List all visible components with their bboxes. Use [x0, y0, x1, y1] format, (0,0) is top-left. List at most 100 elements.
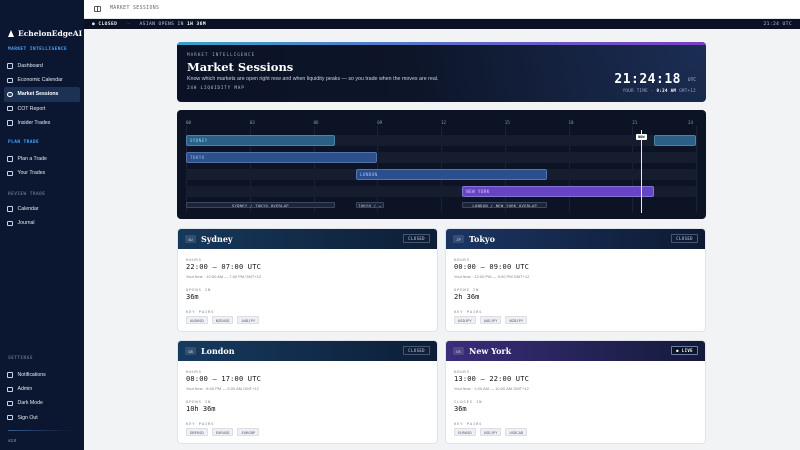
session-bar-label: SYDNEY	[190, 138, 208, 143]
sidebar-toggle-icon[interactable]	[94, 6, 101, 12]
your-time-label: YOUR TIME ·	[622, 88, 654, 93]
sidebar-item-dark-mode[interactable]: Dark Mode	[4, 396, 80, 410]
now-label: NOW	[635, 134, 647, 140]
ticker-status: ● CLOSED	[92, 21, 118, 27]
pair-chip[interactable]: EURUSD	[211, 428, 234, 436]
bell-icon	[7, 372, 13, 378]
session-bar-sydney[interactable]	[653, 135, 696, 146]
hours-label: HOURS	[454, 369, 470, 374]
hero-accent-strip	[177, 42, 706, 45]
sidebar-item-label: Your Trades	[17, 170, 46, 177]
your-time-value: 9:24 AM	[656, 88, 677, 93]
sidebar-section-title: PLAN TRADE	[8, 140, 40, 145]
breadcrumb: MARKET SESSIONS	[110, 6, 160, 11]
country-code: US	[453, 347, 464, 355]
hour-tick: 09	[377, 120, 383, 125]
sidebar-nav-list: Calendar Journal	[4, 202, 80, 230]
pair-chip[interactable]: USDCAD	[505, 428, 528, 436]
document-icon	[7, 105, 13, 112]
session-bar-london[interactable]: LONDON	[356, 169, 548, 180]
book-icon	[7, 220, 13, 227]
brand[interactable]: EchelonEdgeAI	[8, 29, 82, 38]
session-bar-label: LONDON	[360, 172, 378, 177]
sidebar-item-insider-trades[interactable]: Insider Trades	[4, 116, 80, 130]
countdown-label: CLOSES IN	[454, 399, 483, 404]
sidebar-item-dashboard[interactable]: Dashboard	[4, 59, 80, 73]
pair-chip[interactable]: AUDUSD	[186, 316, 208, 324]
session-bar-new-york[interactable]: NEW YORK	[462, 186, 654, 197]
session-local-time: Your time · 10:00 AM — 7:00 PM GMT+12	[186, 274, 262, 279]
session-name: London	[201, 346, 235, 356]
status-badge: ● LIVE	[671, 346, 698, 355]
grid-line	[696, 126, 697, 212]
briefcase-icon	[7, 120, 13, 126]
session-bar-label: NEW YORK	[466, 189, 490, 194]
utc-clock: 21:24:18	[614, 72, 681, 87]
sidebar-item-economic-calendar[interactable]: Economic Calendar	[4, 73, 80, 87]
sidebar-nav-list: Notifications Admin Dark Mode Sign Out	[4, 368, 80, 425]
key-pairs: USDJPY AUDJPY NZDJPY	[454, 316, 528, 324]
sidebar-section-title: REVIEW TRADE	[8, 192, 46, 197]
sidebar-item-label: Insider Trades	[17, 119, 51, 126]
session-bar-label: TOKYO	[190, 155, 205, 160]
sidebar-item-calendar[interactable]: Calendar	[4, 202, 80, 216]
hours-label: HOURS	[186, 369, 202, 374]
sidebar-item-plan-a-trade[interactable]: Plan a Trade	[4, 152, 80, 166]
countdown-value: 10h 36m	[186, 405, 216, 413]
moon-icon	[7, 400, 13, 407]
sidebar-item-market-sessions[interactable]: Market Sessions	[4, 87, 80, 102]
hero-eyebrow: MARKET INTELLIGENCE	[187, 53, 256, 58]
pair-chip[interactable]: NZDUSD	[211, 316, 234, 324]
session-bar-sydney[interactable]: SYDNEY	[186, 135, 335, 146]
sidebar-section-title: MARKET INTELLIGENCE	[8, 47, 68, 52]
list-icon	[7, 170, 13, 177]
pair-chip[interactable]: EURUSD	[454, 428, 476, 436]
countdown-label: OPENS IN	[454, 287, 480, 292]
key-pairs: AUDUSD NZDUSD AUDJPY	[186, 316, 260, 324]
hero-subtitle: Know which markets are open right now an…	[187, 76, 439, 82]
pair-chip[interactable]: AUDJPY	[237, 316, 260, 324]
session-local-time: Your time · 8:00 PM — 5:00 AM GMT+12	[186, 386, 259, 391]
pair-chip[interactable]: EURGBP	[237, 428, 260, 436]
countdown-label: OPENS IN	[186, 287, 212, 292]
session-card-new-york: US New York ● LIVE HOURS 13:00 — 22:00 UTC Yo…	[445, 340, 706, 444]
logout-icon	[7, 414, 13, 421]
hour-tick: 00	[186, 120, 192, 125]
pair-chip[interactable]: AUDJPY	[479, 316, 502, 324]
session-card-tokyo: JP Tokyo CLOSED HOURS 00:00 — 09:00 UTC Your …	[445, 228, 706, 332]
grid-icon	[7, 63, 13, 69]
logo-icon	[8, 30, 14, 37]
pair-chip[interactable]: GBPUSD	[186, 428, 208, 436]
hour-tick: 06	[313, 120, 319, 125]
pair-chip[interactable]: USDJPY	[479, 428, 502, 436]
session-name: Sydney	[201, 234, 233, 244]
sidebar-item-label: Dark Mode	[17, 400, 43, 407]
sidebar-item-cot-report[interactable]: COT Report	[4, 102, 80, 116]
sidebar-item-admin[interactable]: Admin	[4, 382, 80, 396]
card-header: JP Tokyo CLOSED	[446, 229, 705, 249]
your-timezone: GMT+12	[679, 88, 696, 93]
overlap-label: LONDON / NEW YORK OVERLAP	[462, 202, 548, 208]
sidebar: EchelonEdgeAI MARKET INTELLIGENCE Dashboa…	[0, 0, 84, 450]
shield-icon	[7, 386, 13, 393]
key-pairs-label: KEY PAIRS	[454, 309, 483, 314]
session-hours: 00:00 — 09:00 UTC	[454, 263, 530, 271]
session-bar-tokyo[interactable]: TOKYO	[186, 152, 378, 163]
sidebar-item-notifications[interactable]: Notifications	[4, 368, 80, 382]
sidebar-item-sign-out[interactable]: Sign Out	[4, 411, 80, 425]
now-indicator	[640, 130, 642, 213]
countdown-label: OPENS IN	[186, 399, 212, 404]
sidebar-item-journal[interactable]: Journal	[4, 216, 80, 230]
key-pairs-label: KEY PAIRS	[454, 421, 483, 426]
hour-tick: 21	[632, 120, 638, 125]
hours-label: HOURS	[186, 257, 202, 262]
sidebar-item-label: Admin	[17, 386, 33, 393]
sidebar-item-your-trades[interactable]: Your Trades	[4, 166, 80, 180]
sidebar-item-label: Plan a Trade	[17, 156, 47, 163]
ticker-message: ASIAN OPENS IN 1H 36M	[140, 22, 207, 27]
hour-tick: 24	[688, 120, 694, 125]
sidebar-item-label: Economic Calendar	[17, 77, 63, 84]
pair-chip[interactable]: USDJPY	[454, 316, 476, 324]
overlap-label: SYDNEY / TOKYO OVERLAP	[186, 202, 335, 208]
pair-chip[interactable]: NZDJPY	[505, 316, 528, 324]
